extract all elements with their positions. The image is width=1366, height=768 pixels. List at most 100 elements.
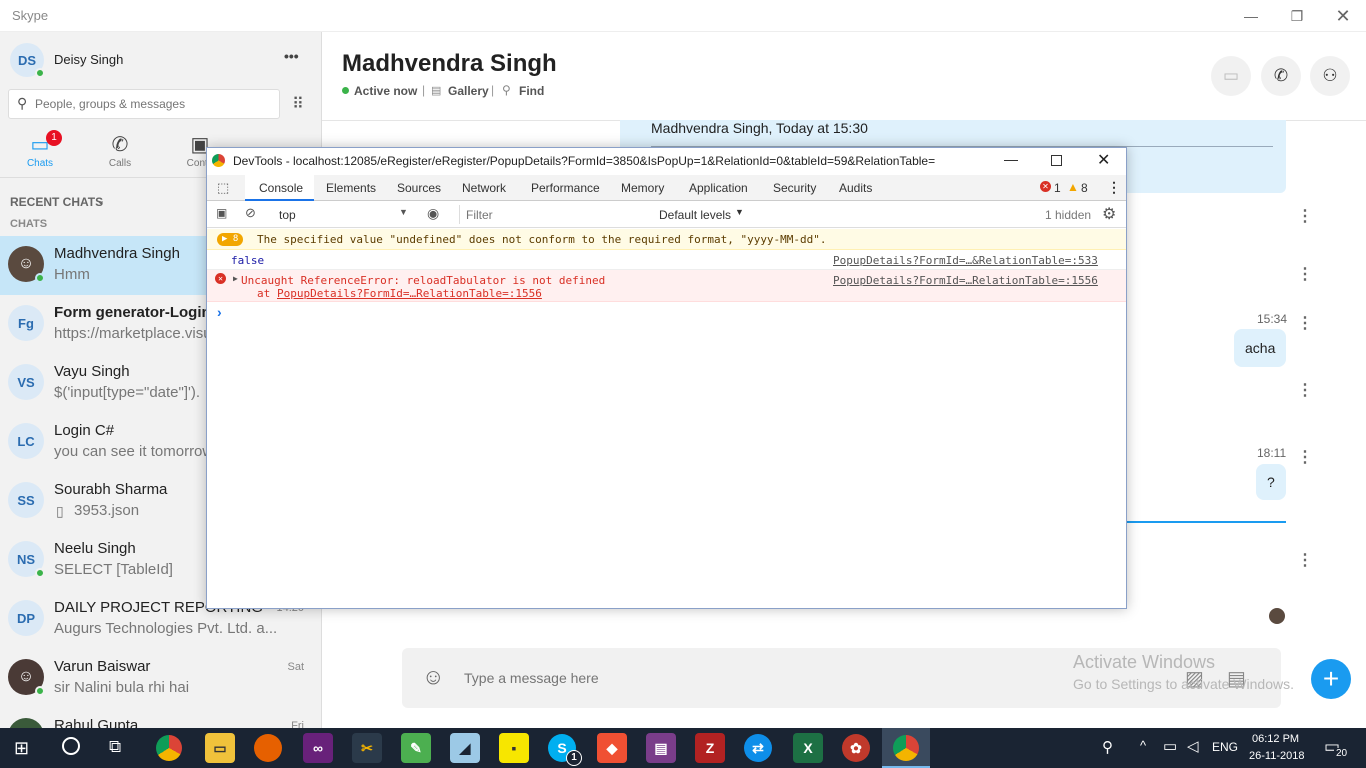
chat-item[interactable]: ☺ Varun Baiswar sir Nalini bula rhi hai … — [0, 649, 321, 708]
console-error-row[interactable]: ✕ ▶ Uncaught ReferenceError: reloadTabul… — [207, 270, 1126, 302]
expand-triangle-icon[interactable]: ▶ — [233, 274, 238, 283]
file-explorer-icon[interactable]: ▭ — [205, 733, 235, 763]
message-bubble[interactable]: ? — [1256, 464, 1286, 500]
message-time: 15:34 — [1257, 312, 1288, 326]
message-options-icon[interactable]: ⋮ — [1297, 447, 1313, 467]
avatar — [8, 718, 44, 728]
task-view-icon[interactable]: ⧉ — [109, 737, 121, 757]
tab-memory[interactable]: Memory — [621, 181, 664, 195]
person-photo-icon: ☺ — [17, 668, 35, 685]
close-icon[interactable]: ✕ — [1320, 0, 1366, 32]
chevron-up-icon[interactable]: ^ — [1140, 738, 1146, 753]
chevron-down-icon[interactable]: ▼ — [399, 207, 408, 217]
dialpad-icon[interactable]: ⠿ — [284, 89, 312, 119]
notepad-icon[interactable]: ✎ — [401, 733, 431, 763]
volume-muted-icon[interactable]: ◁ — [1187, 737, 1199, 755]
clear-console-icon[interactable]: ⊘ — [245, 205, 256, 221]
chat-name: Neelu Singh — [54, 540, 136, 557]
tab-audits[interactable]: Audits — [839, 181, 872, 195]
message-options-icon[interactable]: ⋮ — [1297, 550, 1313, 570]
minimize-icon[interactable]: — — [1004, 151, 1018, 167]
paint-icon[interactable]: ✿ — [842, 734, 870, 762]
windows-start-icon[interactable]: ⊞ — [14, 738, 29, 759]
eye-icon[interactable]: ◉ — [427, 205, 439, 222]
chevron-down-icon[interactable]: ▼ — [735, 207, 744, 217]
recent-chats-header[interactable]: RECENT CHATS — [10, 195, 103, 209]
profile-avatar[interactable]: DS — [10, 43, 45, 78]
active-chrome-taskbar[interactable] — [882, 728, 930, 768]
chat-item[interactable]: Rahul Gupta Fri — [0, 708, 321, 728]
visual-studio-icon[interactable]: ∞ — [303, 733, 333, 763]
console-warning-row[interactable]: ▶ 8 The specified value "undefined" does… — [207, 229, 1126, 250]
clock-date[interactable]: 26-11-2018 — [1249, 750, 1304, 762]
git-icon[interactable]: ◆ — [597, 733, 627, 763]
tab-network[interactable]: Network — [462, 181, 506, 195]
firefox-icon[interactable] — [254, 734, 282, 762]
error-icon: ✕ — [215, 273, 226, 284]
error-source-link[interactable]: PopupDetails?FormId=…RelationTable=:1556 — [833, 274, 1098, 287]
new-chat-button[interactable]: + — [1311, 659, 1351, 699]
file-icon: ▯ — [56, 503, 64, 519]
search-input[interactable] — [35, 95, 275, 113]
message-options-icon[interactable]: ⋮ — [1297, 264, 1313, 284]
message-options-icon[interactable]: ⋮ — [1297, 313, 1313, 333]
message-bubble[interactable]: acha — [1234, 329, 1286, 367]
tab-calls[interactable]: ✆ Calls — [90, 132, 150, 169]
sticky-notes-icon[interactable]: ▪ — [499, 733, 529, 763]
message-options-icon[interactable]: ⋮ — [1297, 380, 1313, 400]
tab-application[interactable]: Application — [689, 181, 748, 195]
network-icon[interactable]: ▭ — [1163, 737, 1177, 755]
context-select[interactable]: top — [279, 208, 296, 222]
minimize-icon[interactable]: — — [1228, 0, 1274, 32]
tab-performance[interactable]: Performance — [531, 181, 600, 195]
chrome-taskbar-icon[interactable] — [156, 735, 182, 761]
stack-at: at — [257, 287, 271, 300]
console-prompt[interactable]: › — [217, 304, 222, 320]
tab-security[interactable]: Security — [773, 181, 816, 195]
conversation-title[interactable]: Madhvendra Singh — [342, 50, 557, 78]
warning-count[interactable]: 8 — [1081, 181, 1088, 195]
excel-icon[interactable]: X — [793, 733, 823, 763]
search-icon[interactable] — [62, 737, 80, 755]
find-link[interactable]: Find — [519, 84, 544, 98]
message-options-icon[interactable]: ⋮ — [1297, 206, 1313, 226]
tab-chats[interactable]: ▭ 1 Chats — [10, 130, 70, 169]
audio-call-button[interactable]: ✆ — [1261, 56, 1301, 96]
maximize-icon[interactable] — [1051, 155, 1062, 166]
search-box[interactable]: ⚲ — [8, 89, 280, 119]
sidebar-toggle-icon[interactable]: ▣ — [216, 206, 227, 220]
tab-console-label[interactable]: Console — [259, 181, 303, 195]
log-source-link[interactable]: PopupDetails?FormId=…&RelationTable=:533 — [833, 254, 1098, 267]
message-input[interactable] — [464, 668, 1064, 688]
close-icon[interactable]: ✕ — [1097, 150, 1110, 170]
chevron-down-icon[interactable]: ⌄ — [96, 194, 105, 207]
tab-sources[interactable]: Sources — [397, 181, 441, 195]
error-count[interactable]: 1 — [1054, 181, 1061, 195]
settings-gear-icon[interactable]: ⚙ — [1102, 204, 1116, 224]
people-icon[interactable]: ⚲ — [1102, 738, 1113, 756]
add-people-button[interactable]: ⚇ — [1310, 56, 1350, 96]
gallery-link[interactable]: Gallery — [448, 84, 489, 98]
emoji-icon[interactable]: ☺ — [422, 664, 444, 690]
teamviewer-icon[interactable]: ⇄ — [744, 734, 772, 762]
more-options-button[interactable]: ••• — [284, 48, 299, 64]
winrar-icon[interactable]: ▤ — [646, 733, 676, 763]
video-call-button[interactable]: ▭ — [1211, 56, 1251, 96]
kebab-menu-icon[interactable]: ⋮ — [1107, 179, 1121, 196]
console-log-row[interactable]: false PopupDetails?FormId=…&RelationTabl… — [207, 250, 1126, 270]
restore-icon[interactable]: ❐ — [1274, 0, 1320, 32]
clock-time[interactable]: 06:12 PM — [1252, 733, 1299, 745]
filezilla-icon[interactable]: Z — [695, 733, 725, 763]
snipping-tool-icon[interactable]: ◢ — [450, 733, 480, 763]
inspect-element-icon[interactable]: ⬚ — [217, 180, 229, 196]
skype-taskbar-icon[interactable]: S 1 — [548, 734, 582, 766]
tools-icon[interactable]: ✂ — [352, 733, 382, 763]
activation-watermark: Activate Windows Go to Settings to activ… — [1073, 652, 1294, 692]
devtools-window[interactable]: DevTools - localhost:12085/eRegister/eRe… — [206, 147, 1127, 609]
language-indicator[interactable]: ENG — [1212, 740, 1238, 754]
log-levels-select[interactable]: Default levels — [659, 208, 731, 222]
stack-link[interactable]: PopupDetails?FormId=…RelationTable=:1556 — [277, 287, 542, 300]
tab-elements[interactable]: Elements — [326, 181, 376, 195]
presence-online-icon — [35, 68, 45, 78]
filter-input[interactable] — [459, 205, 651, 224]
